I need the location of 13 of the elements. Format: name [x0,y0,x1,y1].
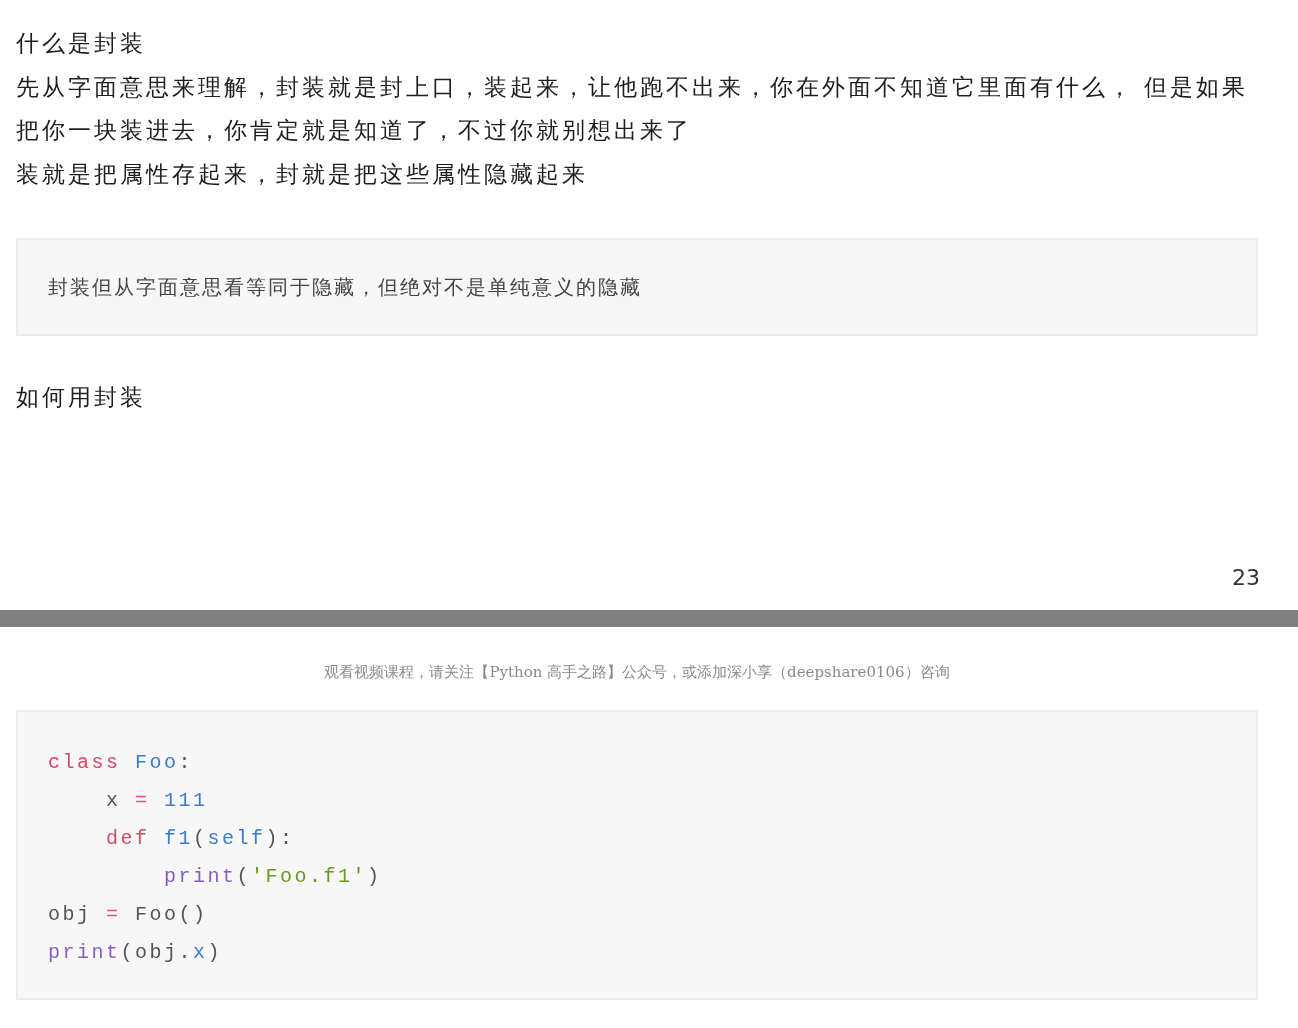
heading: 如何用封装 [16,383,147,412]
code-line: obj = Foo() [48,902,209,928]
code-line: print(obj.x) [48,940,224,966]
paragraph: 先从字面意思来理解，封装就是封上口，装起来，让他跑不出来，你在外面不知道它里面有什么， 但是如果把你一块装进去，你肯定就是知道了，不过你就别想出来了 [16,72,1250,145]
code-line: class Foo: [48,750,195,776]
page-number: 23 [1232,565,1260,590]
paragraph: 装就是把属性存起来，封就是把这些属性隐藏起来 [16,159,589,189]
code-line: print('Foo.f1') [163,864,383,890]
code-line: def f1(self): [105,826,296,852]
paragraph: 什么是封装 [16,29,147,58]
code-line: x = 111 [105,788,209,814]
quote-text: 封装但从字面意思看等同于隐藏，但绝对不是单纯意义的隐藏 [48,275,642,299]
page-header: 观看视频课程，请关注【Python 高手之路】公众号，或添加深小享（deepshare0106）咨询 [323,662,951,683]
